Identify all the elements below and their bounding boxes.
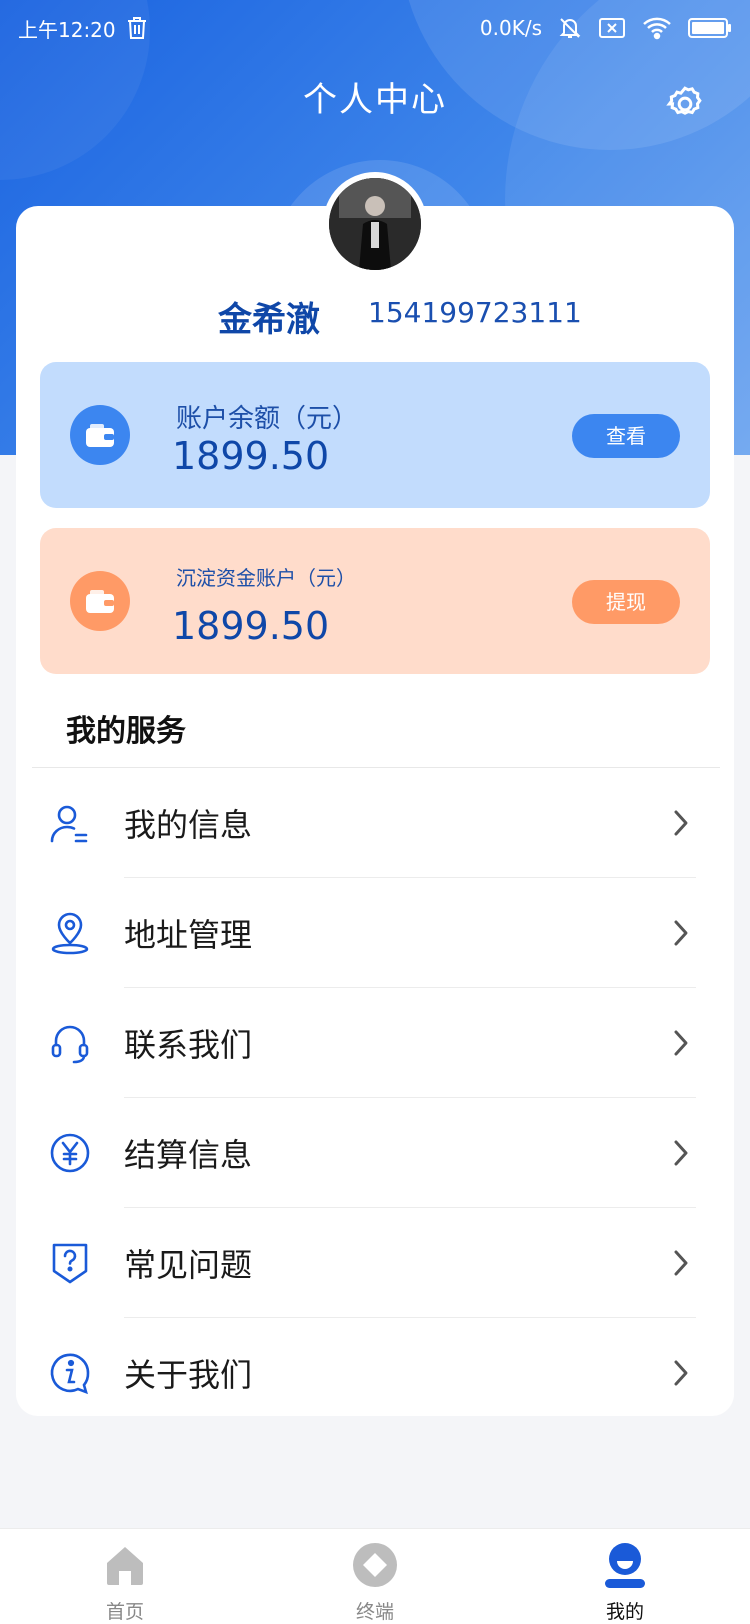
services-menu: 我的信息 地址管理 联系我们 结算信息 常见问题 关于我们 (16, 768, 734, 1428)
status-bar: 上午12:20 0.0K/s (0, 0, 750, 56)
user-info-icon (48, 801, 92, 845)
location-pin-icon (48, 911, 92, 955)
menu-label: 联系我们 (124, 1026, 253, 1064)
menu-label: 结算信息 (124, 1136, 253, 1174)
home-icon (101, 1541, 149, 1593)
view-balance-button[interactable]: 查看 (572, 414, 680, 458)
tab-home[interactable]: 首页 (0, 1529, 250, 1624)
wallet-icon (70, 571, 130, 631)
user-phone: 154199723111 (368, 296, 582, 329)
chevron-right-icon (672, 808, 690, 838)
tab-label: 终端 (355, 1601, 394, 1623)
tab-label: 我的 (605, 1601, 644, 1623)
info-icon (48, 1351, 92, 1395)
bell-muted-icon (558, 16, 582, 40)
bottom-tab-bar: 首页 终端 我的 (0, 1528, 750, 1624)
chevron-right-icon (672, 1138, 690, 1168)
battery-icon (688, 17, 732, 39)
menu-item-about[interactable]: 关于我们 (16, 1318, 734, 1428)
menu-label: 关于我们 (124, 1356, 253, 1394)
menu-item-faq[interactable]: 常见问题 (16, 1208, 734, 1318)
menu-item-settlement[interactable]: 结算信息 (16, 1098, 734, 1208)
tab-label: 首页 (105, 1601, 144, 1623)
trash-icon (126, 16, 148, 40)
status-time: 上午12:20 (18, 17, 116, 42)
chevron-right-icon (672, 1028, 690, 1058)
menu-label: 常见问题 (124, 1246, 253, 1284)
avatar[interactable] (323, 172, 427, 276)
headset-icon (48, 1021, 92, 1065)
settled-funds-card[interactable]: 沉淀资金账户（元） 1899.50 提现 (40, 528, 710, 674)
settled-funds-label: 沉淀资金账户（元） (176, 566, 356, 590)
yen-icon (48, 1131, 92, 1175)
page-title: 个人中心 (303, 80, 447, 120)
menu-item-address[interactable]: 地址管理 (16, 878, 734, 988)
menu-label: 地址管理 (124, 916, 253, 954)
wallet-icon (70, 405, 130, 465)
account-balance-amount: 1899.50 (172, 434, 330, 478)
menu-label: 我的信息 (124, 806, 253, 844)
chevron-right-icon (672, 1358, 690, 1388)
settled-funds-amount: 1899.50 (172, 604, 330, 648)
wifi-icon (642, 16, 672, 40)
tab-terminal[interactable]: 终端 (250, 1529, 500, 1624)
network-speed: 0.0K/s (479, 16, 542, 40)
gear-icon[interactable] (665, 84, 705, 124)
question-shield-icon (48, 1241, 92, 1285)
user-profile-icon (601, 1541, 649, 1593)
menu-item-my-info[interactable]: 我的信息 (16, 768, 734, 878)
chevron-right-icon (672, 1248, 690, 1278)
chevron-right-icon (672, 918, 690, 948)
services-title: 我的服务 (66, 714, 186, 749)
account-balance-card[interactable]: 账户余额（元） 1899.50 查看 (40, 362, 710, 508)
terminal-diamond-icon (351, 1541, 399, 1593)
menu-item-contact[interactable]: 联系我们 (16, 988, 734, 1098)
account-balance-label: 账户余额（元） (176, 404, 359, 434)
withdraw-button[interactable]: 提现 (572, 580, 680, 624)
user-name: 金希澈 (218, 300, 320, 340)
sim-off-icon (598, 17, 626, 39)
tab-mine[interactable]: 我的 (500, 1529, 750, 1624)
